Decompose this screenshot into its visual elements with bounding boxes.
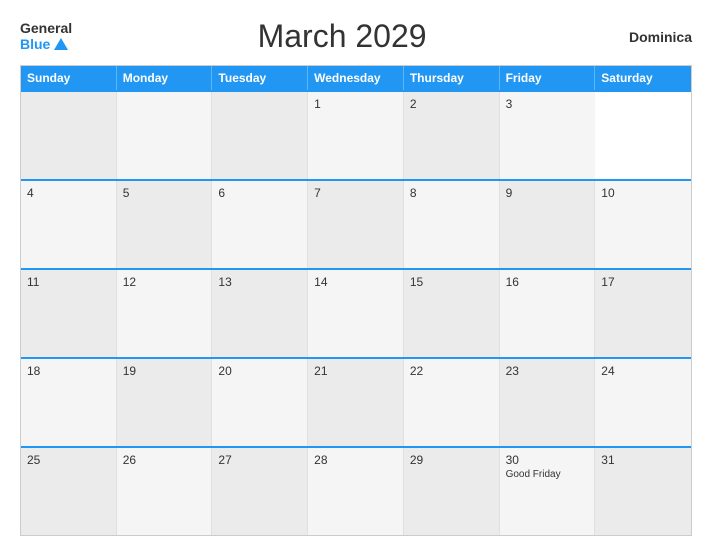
cell-mar-29: 29 — [404, 448, 500, 535]
cell-mar-6: 6 — [212, 181, 308, 268]
cell-mar-17: 17 — [595, 270, 691, 357]
day-3: 3 — [506, 97, 590, 111]
good-friday-label: Good Friday — [506, 469, 589, 480]
day-25: 25 — [27, 453, 110, 467]
day-21: 21 — [314, 364, 397, 378]
logo: General Blue — [20, 21, 72, 52]
calendar-row-3: 18 19 20 21 22 23 24 — [21, 357, 691, 446]
day-2: 2 — [410, 97, 493, 111]
calendar: Sunday Monday Tuesday Wednesday Thursday… — [20, 65, 692, 536]
day-1: 1 — [314, 97, 397, 111]
day-7: 7 — [314, 186, 397, 200]
day-19: 19 — [123, 364, 206, 378]
cell-mar-15: 15 — [404, 270, 500, 357]
cell-mar-19: 19 — [117, 359, 213, 446]
day-18: 18 — [27, 364, 110, 378]
cell-mar-21: 21 — [308, 359, 404, 446]
logo-blue-text: Blue — [20, 36, 50, 52]
header-wednesday: Wednesday — [308, 66, 404, 90]
calendar-title: March 2029 — [72, 18, 612, 55]
cell-mar-3: 3 — [500, 92, 596, 179]
country-label: Dominica — [612, 29, 692, 45]
cell-mar-23: 23 — [500, 359, 596, 446]
cell-mar-9: 9 — [500, 181, 596, 268]
day-31: 31 — [601, 453, 685, 467]
day-28: 28 — [314, 453, 397, 467]
calendar-row-2: 11 12 13 14 15 16 17 — [21, 268, 691, 357]
calendar-row-4: 25 26 27 28 29 30 Good Friday — [21, 446, 691, 535]
cell-mar-7: 7 — [308, 181, 404, 268]
day-26: 26 — [123, 453, 206, 467]
cell-mar-16: 16 — [500, 270, 596, 357]
cell-mar-24: 24 — [595, 359, 691, 446]
header-tuesday: Tuesday — [212, 66, 308, 90]
header: General Blue March 2029 Dominica — [20, 18, 692, 55]
calendar-row-0: 1 2 3 — [21, 90, 691, 179]
header-thursday: Thursday — [404, 66, 500, 90]
header-sunday: Sunday — [21, 66, 117, 90]
header-friday: Friday — [500, 66, 596, 90]
cell-mar-22: 22 — [404, 359, 500, 446]
cell-mar-2: 2 — [404, 92, 500, 179]
calendar-header: Sunday Monday Tuesday Wednesday Thursday… — [21, 66, 691, 90]
day-13: 13 — [218, 275, 301, 289]
cell-mar-12: 12 — [117, 270, 213, 357]
day-11: 11 — [27, 275, 110, 289]
cell-mar-14: 14 — [308, 270, 404, 357]
logo-blue-row: Blue — [20, 36, 68, 52]
day-4: 4 — [27, 186, 110, 200]
cell-empty-1 — [21, 92, 117, 179]
day-24: 24 — [601, 364, 685, 378]
day-5: 5 — [123, 186, 206, 200]
day-23: 23 — [506, 364, 589, 378]
cell-mar-27: 27 — [212, 448, 308, 535]
cell-mar-4: 4 — [21, 181, 117, 268]
day-27: 27 — [218, 453, 301, 467]
header-saturday: Saturday — [595, 66, 691, 90]
cell-mar-18: 18 — [21, 359, 117, 446]
day-9: 9 — [506, 186, 589, 200]
logo-general-text: General — [20, 21, 72, 36]
logo-triangle-icon — [54, 38, 68, 50]
cell-mar-11: 11 — [21, 270, 117, 357]
cell-mar-13: 13 — [212, 270, 308, 357]
day-8: 8 — [410, 186, 493, 200]
page: General Blue March 2029 Dominica Sunday … — [0, 0, 712, 550]
day-17: 17 — [601, 275, 685, 289]
cell-empty-3 — [212, 92, 308, 179]
day-10: 10 — [601, 186, 685, 200]
day-29: 29 — [410, 453, 493, 467]
day-30: 30 — [506, 453, 589, 467]
cell-mar-26: 26 — [117, 448, 213, 535]
cell-mar-5: 5 — [117, 181, 213, 268]
cell-mar-25: 25 — [21, 448, 117, 535]
day-20: 20 — [218, 364, 301, 378]
cell-mar-28: 28 — [308, 448, 404, 535]
cell-mar-30: 30 Good Friday — [500, 448, 596, 535]
header-monday: Monday — [117, 66, 213, 90]
cell-mar-20: 20 — [212, 359, 308, 446]
day-12: 12 — [123, 275, 206, 289]
cell-mar-1: 1 — [308, 92, 404, 179]
cell-empty-2 — [117, 92, 213, 179]
day-16: 16 — [506, 275, 589, 289]
cell-mar-8: 8 — [404, 181, 500, 268]
calendar-body: 1 2 3 4 5 6 — [21, 90, 691, 535]
day-6: 6 — [218, 186, 301, 200]
day-15: 15 — [410, 275, 493, 289]
day-14: 14 — [314, 275, 397, 289]
cell-mar-10: 10 — [595, 181, 691, 268]
day-22: 22 — [410, 364, 493, 378]
calendar-row-1: 4 5 6 7 8 9 10 — [21, 179, 691, 268]
cell-mar-31: 31 — [595, 448, 691, 535]
